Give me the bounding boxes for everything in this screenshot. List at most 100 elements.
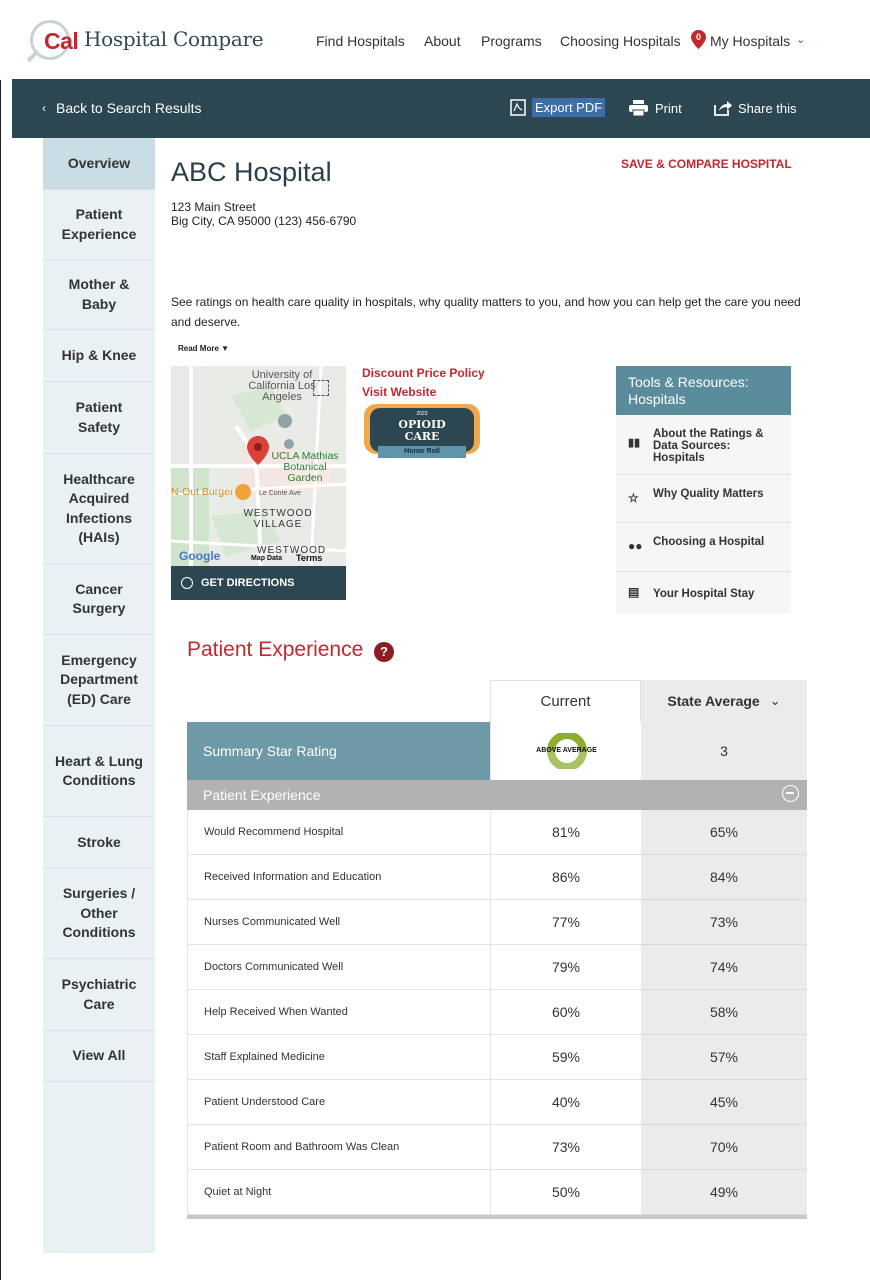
tool-hospital-stay[interactable]: ▤ Your Hospital Stay [616, 572, 791, 614]
collapse-minus-icon[interactable] [782, 785, 799, 802]
tool-why-quality[interactable]: ☆ Why Quality Matters [616, 475, 791, 523]
overview-description: See ratings on health care quality in ho… [171, 295, 801, 329]
share-button[interactable]: Share this [713, 100, 797, 116]
section-bar-label: Patient Experience [203, 787, 321, 803]
nav-choosing-hospitals[interactable]: Choosing Hospitals [560, 33, 681, 49]
printer-icon [629, 100, 648, 116]
summary-current-value: ABOVE AVERAGE [536, 747, 597, 754]
compass-icon [181, 577, 193, 589]
map-label-conte: Le Conte Ave [259, 490, 301, 497]
col-header-state-average[interactable]: State Average ⌄ [641, 680, 807, 722]
nav-find-hospitals[interactable]: Find Hospitals [316, 33, 405, 49]
sidebar-item-patient-experience[interactable]: Patient Experience [43, 190, 155, 260]
tool-hospital-stay-label: Your Hospital Stay [653, 588, 755, 600]
sidebar-item-patient-safety[interactable]: Patient Safety [43, 382, 155, 454]
row-state-average: 49% [641, 1170, 807, 1215]
sidebar-item-mother-baby[interactable]: Mother & Baby [43, 260, 155, 330]
sidebar-item-surgeries-other[interactable]: Surgeries / Other Conditions [43, 869, 155, 959]
logo-name: Hospital Compare [84, 27, 264, 51]
map-data-link[interactable]: Map Data [251, 555, 282, 562]
print-button[interactable]: Print [629, 100, 682, 116]
row-label: Nurses Communicated Well [187, 900, 490, 945]
table-row: Staff Explained Medicine 59% 57% [187, 1035, 807, 1080]
get-directions-button[interactable]: GET DIRECTIONS [171, 566, 346, 600]
tools-resources-header: Tools & Resources: Hospitals [616, 366, 791, 415]
read-more-toggle[interactable]: Read More ▼ [178, 344, 229, 353]
google-logo: Google [179, 549, 221, 563]
sidebar-item-hais[interactable]: Healthcare Acquired Infections (HAIs) [43, 454, 155, 564]
address-line-2: Big City, CA 95000 (123) 456-6790 [171, 214, 357, 228]
map-label-burger: N-Out Burger [171, 486, 234, 498]
my-hospitals-count: 0 [695, 32, 701, 42]
policy-links: Discount Price Policy Visit Website [362, 364, 485, 402]
row-label: Quiet at Night [187, 1170, 490, 1215]
map-label-garden: UCLA Mathias Botanical Garden [271, 450, 339, 484]
summary-state-value: 3 [641, 722, 807, 780]
table-row: Patient Understood Care 40% 45% [187, 1080, 807, 1125]
tool-why-quality-label: Why Quality Matters [653, 488, 764, 500]
tool-choosing-hospital[interactable]: ●● Choosing a Hospital [616, 523, 791, 572]
summary-star-label: Summary Star Rating [187, 722, 490, 780]
badge-line3: Honor Roll [404, 448, 440, 455]
nav-programs[interactable]: Programs [481, 33, 542, 49]
sidebar-item-view-all[interactable]: View All [43, 1031, 155, 1082]
summary-current-cell: ABOVE AVERAGE [490, 722, 641, 780]
tool-choosing-hospital-label: Choosing a Hospital [653, 536, 765, 548]
opioid-care-honor-roll-badge: 2023 OPIOID CARE Honor Roll [362, 402, 482, 462]
share-icon [714, 101, 732, 116]
sidebar-item-ed-care[interactable]: Emergency Department (ED) Care [43, 635, 155, 726]
map-terms-link[interactable]: Terms [296, 553, 322, 563]
back-to-results-label: Back to Search Results [56, 100, 202, 116]
visit-website-link[interactable]: Visit Website [362, 383, 485, 402]
address-line-1: 123 Main Street [171, 200, 256, 214]
row-current: 40% [490, 1080, 641, 1125]
share-label: Share this [738, 100, 797, 116]
row-label: Patient Room and Bathroom Was Clean [187, 1125, 490, 1170]
sidebar-item-heart-lung[interactable]: Heart & Lung Conditions [43, 726, 155, 817]
my-hospitals-count-pin-icon: 0 [691, 30, 706, 49]
patient-experience-heading: Patient Experience [187, 638, 364, 661]
table-row: Received Information and Education 86% 8… [187, 855, 807, 900]
badge-line2: CARE [404, 430, 440, 443]
tools-resources-panel: Tools & Resources: Hospitals ▮▮ About th… [616, 366, 791, 614]
sidebar-item-psychiatric-care[interactable]: Psychiatric Care [43, 959, 155, 1031]
chevron-left-icon: ‹ [42, 101, 46, 115]
row-state-average: 70% [641, 1125, 807, 1170]
chevron-down-icon[interactable]: ⌄ [796, 33, 805, 46]
expand-map-icon[interactable] [313, 380, 329, 396]
binoculars-icon: ●● [628, 539, 643, 553]
section-sidebar: Overview Patient Experience Mother & Bab… [43, 138, 155, 1253]
nav-my-hospitals[interactable]: My Hospitals [710, 33, 790, 49]
tool-about-ratings[interactable]: ▮▮ About the Ratings & Data Sources: Hos… [616, 415, 791, 475]
sidebar-item-overview[interactable]: Overview [43, 138, 155, 190]
summary-star-row: Summary Star Rating ABOVE AVERAGE 3 [187, 722, 807, 780]
table-row: Patient Room and Bathroom Was Clean 73% … [187, 1125, 807, 1170]
star-doc-icon: ☆ [628, 491, 639, 505]
save-compare-link[interactable]: SAVE & COMPARE HOSPITAL [621, 157, 792, 171]
row-label: Patient Understood Care [187, 1080, 490, 1125]
table-row: Quiet at Night 50% 49% [187, 1170, 807, 1215]
discount-price-policy-link[interactable]: Discount Price Policy [362, 364, 485, 383]
nav-about[interactable]: About [424, 33, 461, 49]
export-pdf-button[interactable]: Export PDF [510, 98, 606, 117]
row-current: 81% [490, 810, 641, 855]
sidebar-item-hip-knee[interactable]: Hip & Knee [43, 330, 155, 382]
hospital-address: 123 Main Street Big City, CA 95000 (123)… [171, 200, 356, 228]
sidebar-item-cancer-surgery[interactable]: Cancer Surgery [43, 564, 155, 635]
pdf-icon [510, 99, 526, 116]
row-state-average: 58% [641, 990, 807, 1035]
action-toolbar: ‹ Back to Search Results Export PDF Prin… [12, 79, 870, 138]
row-label: Help Received When Wanted [187, 990, 490, 1035]
table-row: Help Received When Wanted 60% 58% [187, 990, 807, 1035]
table-row: Would Recommend Hospital 81% 65% [187, 810, 807, 855]
row-state-average: 84% [641, 855, 807, 900]
sidebar-item-stroke[interactable]: Stroke [43, 817, 155, 869]
hospital-name: ABC Hospital [171, 157, 332, 187]
help-question-icon[interactable]: ? [374, 642, 394, 662]
row-state-average: 74% [641, 945, 807, 990]
badge-year: 2023 [416, 411, 428, 417]
location-map[interactable]: University of California Los Angeles UCL… [171, 366, 346, 566]
back-to-results-link[interactable]: ‹ Back to Search Results [42, 100, 202, 116]
site-header: Cal Hospital Compare Find Hospitals Abou… [0, 0, 870, 80]
logo[interactable]: Cal [26, 16, 88, 64]
